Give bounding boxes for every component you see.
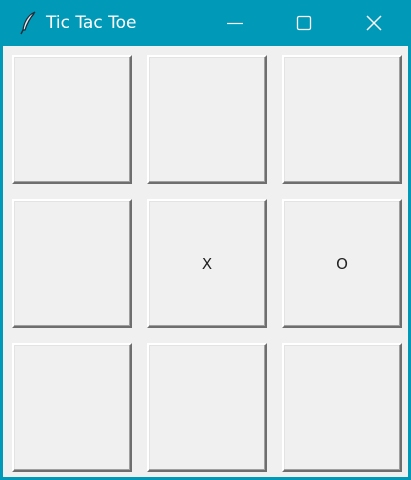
- board-cell-2-2[interactable]: [282, 343, 402, 472]
- board-cell-0-0[interactable]: [12, 55, 132, 184]
- board-cell-1-0[interactable]: [12, 199, 132, 328]
- board-cell-2-1[interactable]: [147, 343, 267, 472]
- feather-icon: [18, 11, 40, 35]
- maximize-icon: [296, 15, 312, 31]
- close-button[interactable]: [349, 0, 399, 46]
- title-bar[interactable]: Tic Tac Toe: [0, 0, 411, 46]
- window-title: Tic Tac Toe: [46, 13, 137, 33]
- game-board: X O: [3, 46, 408, 477]
- close-icon: [366, 15, 382, 31]
- maximize-button[interactable]: [279, 0, 329, 46]
- board-cell-1-2[interactable]: O: [282, 199, 402, 328]
- app-window: Tic Tac Toe X O: [0, 0, 411, 480]
- minimize-icon: [227, 22, 243, 25]
- board-cell-1-1[interactable]: X: [147, 199, 267, 328]
- board-cell-2-0[interactable]: [12, 343, 132, 472]
- minimize-button[interactable]: [210, 0, 260, 46]
- board-cell-0-2[interactable]: [282, 55, 402, 184]
- board-cell-0-1[interactable]: [147, 55, 267, 184]
